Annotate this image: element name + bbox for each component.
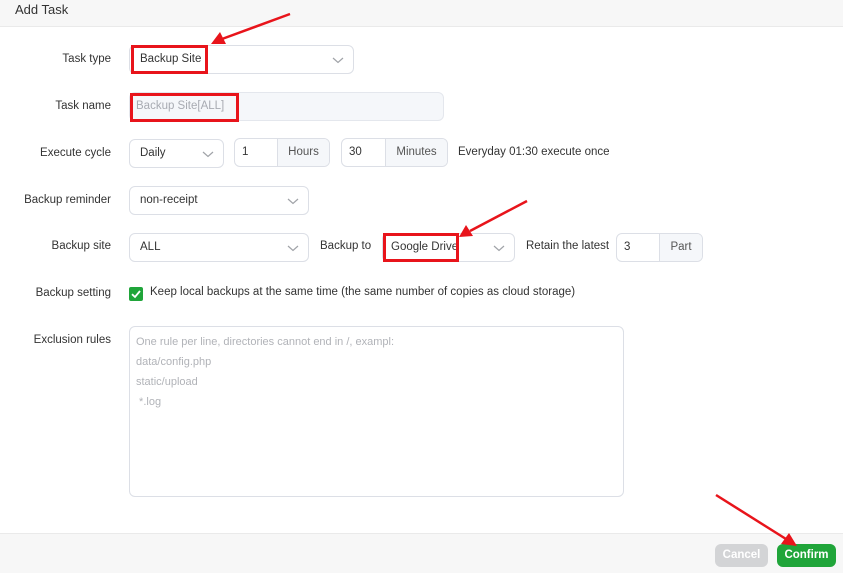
retain-latest-value: 3	[624, 241, 631, 253]
chevron-down-icon	[202, 151, 214, 158]
dialog-title: Add Task	[15, 2, 69, 17]
hours-value: 1	[242, 146, 249, 158]
task-name-label: Task name	[55, 100, 111, 112]
execute-cycle-label: Execute cycle	[40, 147, 111, 159]
exclusion-rules-textarea[interactable]: One rule per line, directories cannot en…	[129, 326, 624, 497]
minutes-input[interactable]: 30 Minutes	[341, 138, 448, 167]
backup-site-label: Backup site	[51, 240, 111, 252]
exclusion-rules-label: Exclusion rules	[33, 334, 111, 346]
dialog-header: Add Task	[0, 0, 843, 27]
chevron-down-icon	[493, 245, 505, 252]
chevron-down-icon	[332, 57, 344, 64]
keep-local-backups-checkbox[interactable]	[129, 287, 143, 301]
minutes-unit: Minutes	[385, 139, 447, 166]
placeholder-line: *.log	[136, 396, 162, 408]
execute-cycle-select[interactable]: Daily	[129, 139, 224, 168]
backup-reminder-select[interactable]: non-receipt	[129, 186, 309, 215]
chevron-down-icon	[287, 245, 299, 252]
backup-site-value: ALL	[140, 241, 161, 253]
execute-cycle-summary: Everyday 01:30 execute once	[458, 146, 610, 158]
chevron-down-icon	[287, 198, 299, 205]
highlight-box-backup-to	[383, 233, 459, 262]
backup-reminder-label: Backup reminder	[24, 194, 111, 206]
task-type-label: Task type	[62, 53, 111, 65]
cancel-button[interactable]: Cancel	[715, 544, 768, 567]
retain-latest-label: Retain the latest	[526, 240, 610, 252]
execute-cycle-value: Daily	[140, 147, 166, 159]
confirm-button[interactable]: Confirm	[777, 544, 836, 567]
highlight-box-task-type	[131, 45, 208, 74]
placeholder-line: data/config.php	[136, 356, 212, 368]
check-icon	[131, 290, 141, 299]
highlight-box-task-name	[130, 93, 239, 122]
arrow-icon	[459, 199, 528, 237]
backup-to-label: Backup to	[320, 240, 372, 252]
hours-input[interactable]: 1 Hours	[234, 138, 330, 167]
backup-reminder-value: non-receipt	[140, 194, 198, 206]
backup-setting-label: Backup setting	[35, 287, 111, 299]
minutes-value: 30	[349, 146, 362, 158]
hours-unit: Hours	[277, 139, 329, 166]
retain-latest-input[interactable]: 3 Part	[616, 233, 703, 262]
retain-unit: Part	[659, 234, 702, 261]
placeholder-line: One rule per line, directories cannot en…	[136, 336, 395, 348]
keep-local-backups-label: Keep local backups at the same time (the…	[150, 286, 576, 298]
backup-site-select[interactable]: ALL	[129, 233, 309, 262]
placeholder-line: static/upload	[136, 376, 198, 388]
dialog-footer: Cancel Confirm	[0, 533, 843, 573]
